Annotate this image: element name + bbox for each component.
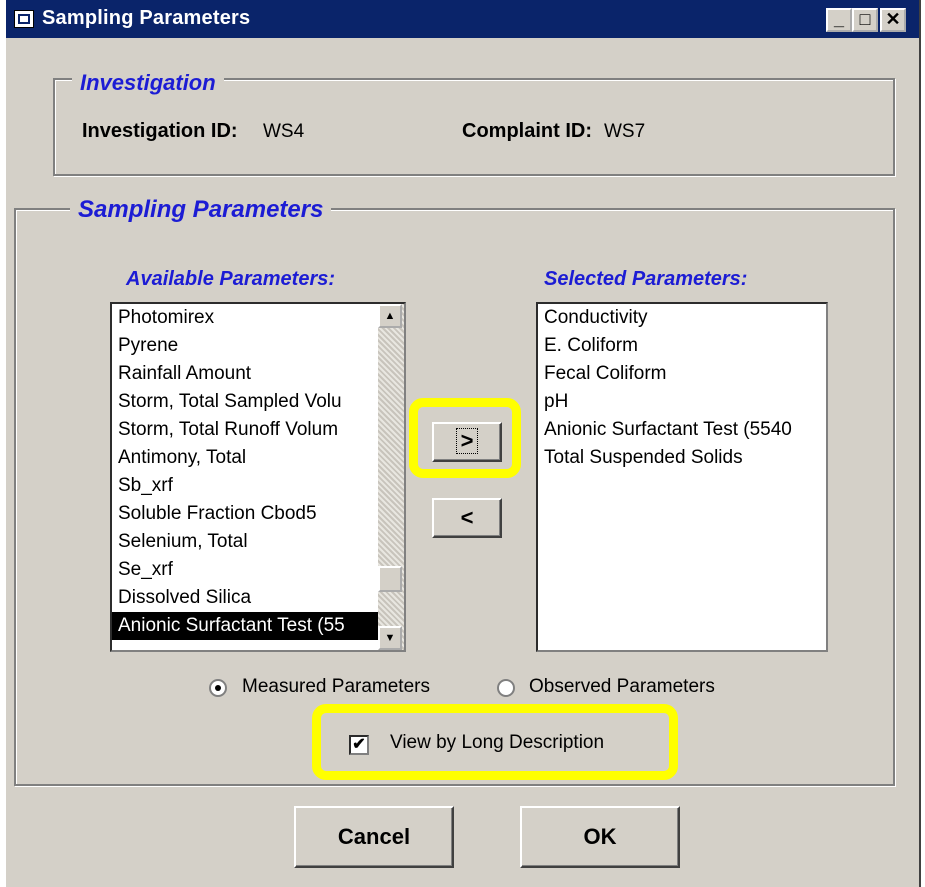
selected-parameters-label: Selected Parameters: xyxy=(544,268,748,290)
available-list-item[interactable]: Pyrene xyxy=(112,332,380,360)
available-list-item[interactable]: Antimony, Total xyxy=(112,444,380,472)
available-list-item[interactable]: Soluble Fraction Cbod5 xyxy=(112,500,380,528)
selected-list-item[interactable]: E. Coliform xyxy=(538,332,826,360)
selected-list-item[interactable]: pH xyxy=(538,388,826,416)
measured-parameters-radio[interactable] xyxy=(209,679,227,697)
available-list-item[interactable]: Anionic Surfactant Test (55 xyxy=(112,612,380,640)
selected-list-item[interactable]: Total Suspended Solids xyxy=(538,444,826,472)
cancel-button[interactable]: Cancel xyxy=(294,806,454,868)
selected-list-item[interactable]: Conductivity xyxy=(538,304,826,332)
investigation-id-label: Investigation ID: xyxy=(82,120,238,142)
selected-items-container: Conductivity E. Coliform Fecal Coliform pH A… xyxy=(538,304,826,472)
available-list-item[interactable]: Rainfall Amount xyxy=(112,360,380,388)
available-parameters-list[interactable]: Photomirex Pyrene Rainfall Amount Storm, To… xyxy=(110,302,406,652)
view-long-description-label: View by Long Description xyxy=(390,732,605,753)
available-list-item[interactable]: Selenium, Total xyxy=(112,528,380,556)
selected-list-item[interactable]: Anionic Surfactant Test (5540 xyxy=(538,416,826,444)
dialog-window: Sampling Parameters _ □ ✕ Investigation … xyxy=(4,0,921,887)
remove-parameter-button[interactable]: < xyxy=(432,498,502,538)
available-list-item[interactable]: Storm, Total Runoff Volum xyxy=(112,416,380,444)
minimize-button[interactable]: _ xyxy=(826,8,852,32)
observed-parameters-radio[interactable] xyxy=(497,679,515,697)
add-button-label: > xyxy=(455,428,479,454)
available-list-item[interactable]: Photomirex xyxy=(112,304,380,332)
measured-parameters-label: Measured Parameters xyxy=(242,676,430,697)
view-long-description-checkbox[interactable]: ✔ xyxy=(349,735,369,755)
available-list-item[interactable]: Dissolved Silica xyxy=(112,584,380,612)
window-title: Sampling Parameters xyxy=(42,7,251,29)
observed-parameters-label: Observed Parameters xyxy=(529,676,715,697)
scroll-thumb[interactable] xyxy=(378,566,402,592)
available-list-item[interactable]: Se_xrf xyxy=(112,556,380,584)
complaint-id-label: Complaint ID: xyxy=(462,120,592,142)
scroll-up-arrow-icon[interactable]: ▲ xyxy=(378,304,402,328)
add-parameter-button[interactable]: > xyxy=(432,422,502,462)
selected-list-item[interactable]: Fecal Coliform xyxy=(538,360,826,388)
investigation-id-value: WS4 xyxy=(263,121,305,142)
ok-button[interactable]: OK xyxy=(520,806,680,868)
complaint-id-value: WS7 xyxy=(604,121,646,142)
available-items-container: Photomirex Pyrene Rainfall Amount Storm, To… xyxy=(112,304,404,640)
title-bar[interactable]: Sampling Parameters _ □ ✕ xyxy=(6,0,919,38)
available-parameters-label: Available Parameters: xyxy=(126,268,336,290)
available-list-item[interactable]: Sb_xrf xyxy=(112,472,380,500)
form-icon xyxy=(14,10,34,28)
maximize-button[interactable]: □ xyxy=(852,8,878,32)
available-scrollbar[interactable]: ▲ ▼ xyxy=(378,304,404,650)
close-button[interactable]: ✕ xyxy=(880,8,906,32)
selected-parameters-list[interactable]: Conductivity E. Coliform Fecal Coliform pH A… xyxy=(536,302,828,652)
scroll-down-arrow-icon[interactable]: ▼ xyxy=(378,626,402,650)
available-list-item[interactable]: Storm, Total Sampled Volu xyxy=(112,388,380,416)
sampling-legend: Sampling Parameters xyxy=(70,196,332,224)
investigation-legend: Investigation xyxy=(72,70,224,96)
